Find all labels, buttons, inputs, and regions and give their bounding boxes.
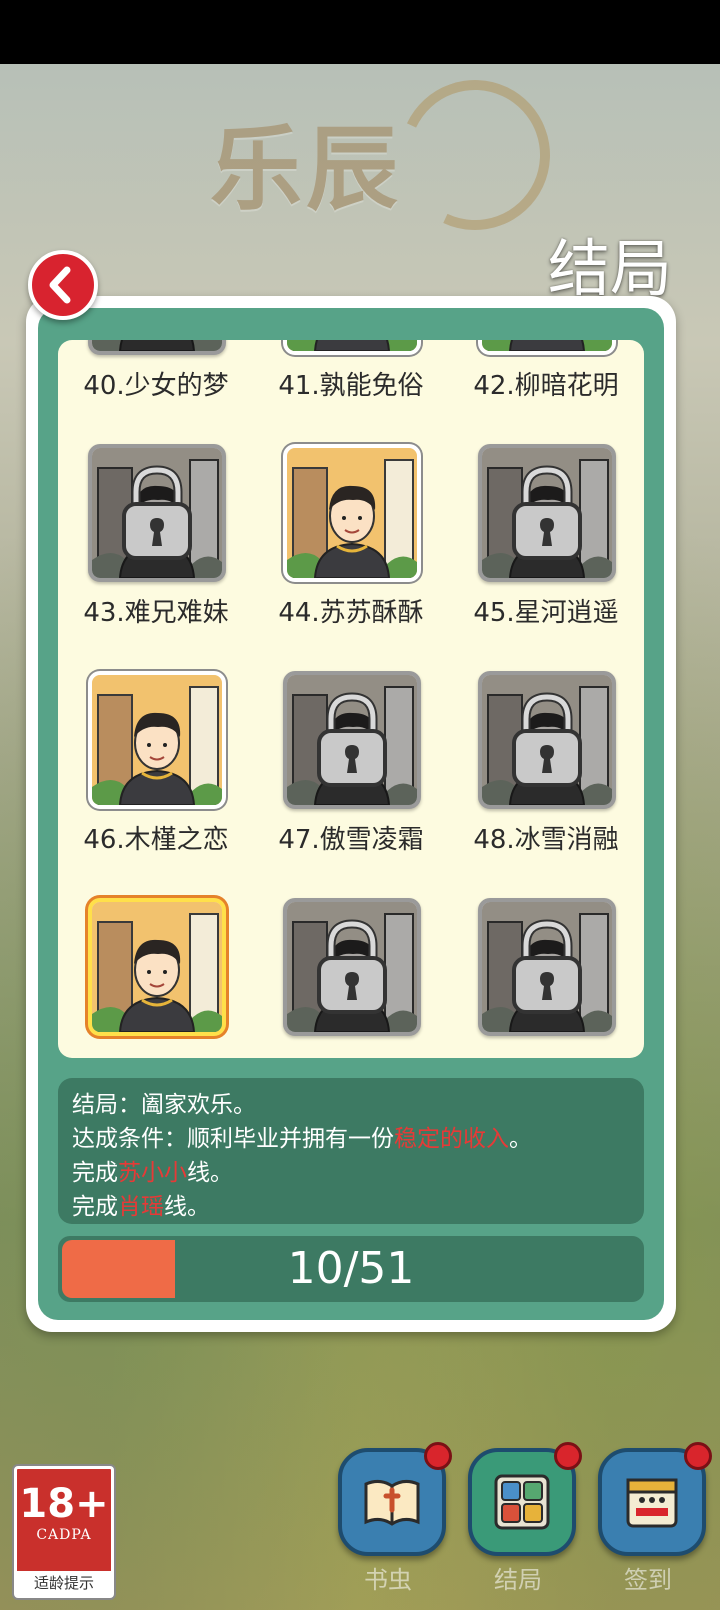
endings-panel: 40.少女的梦 41.孰能免俗 42.柳暗花明 43.难兄难妹 44.苏苏酥酥 45.星河…: [26, 296, 676, 1332]
ending-name-line: 结局：阖家欢乐。: [72, 1092, 256, 1118]
ending-label: 43.难兄难妹: [83, 598, 229, 628]
grid-icon: [494, 1474, 550, 1530]
age-rating-tip: 适龄提示: [17, 1571, 111, 1595]
ending-label: 44.苏苏酥酥: [278, 598, 424, 628]
ending-label: 41.孰能免俗: [278, 371, 424, 401]
age-rating-org: CADPA: [36, 1527, 92, 1543]
ending-label: 46.木槿之恋: [83, 825, 229, 855]
ending-label: 40.少女的梦: [83, 371, 229, 401]
endings-grid[interactable]: 40.少女的梦 41.孰能免俗 42.柳暗花明 43.难兄难妹 44.苏苏酥酥 45.星河…: [58, 340, 644, 1058]
ending-item[interactable]: 42.柳暗花明: [448, 340, 644, 438]
ending-item[interactable]: 40.少女的梦: [58, 340, 254, 438]
notification-dot: [684, 1442, 712, 1470]
ending-item[interactable]: [448, 898, 644, 1058]
nav-checkin-button[interactable]: [598, 1442, 712, 1556]
ending-thumbnail[interactable]: [283, 340, 421, 355]
lock-icon: [512, 692, 582, 787]
notification-dot: [554, 1442, 582, 1470]
ending-thumbnail[interactable]: [88, 671, 226, 809]
ending-thumbnail-locked[interactable]: [283, 671, 421, 809]
lock-icon: [512, 465, 582, 560]
unlock-progress-bar: 10/51: [58, 1236, 644, 1302]
ending-thumbnail[interactable]: [283, 444, 421, 582]
condition-highlight: 稳定的收入: [394, 1126, 509, 1152]
nav-book-button[interactable]: [338, 1442, 452, 1556]
ending-label: 45.星河逍遥: [473, 598, 619, 628]
ending-item[interactable]: 45.星河逍遥: [448, 444, 644, 665]
ending-item[interactable]: 47.傲雪凌霜: [253, 671, 449, 892]
ending-thumbnail-locked[interactable]: [478, 898, 616, 1036]
ending-item[interactable]: 41.孰能免俗: [253, 340, 449, 438]
nav-checkin-label: 签到: [624, 1566, 672, 1594]
lock-icon: [122, 465, 192, 560]
ending-label: 47.傲雪凌霜: [278, 825, 424, 855]
notification-dot: [424, 1442, 452, 1470]
ending-item[interactable]: [253, 898, 449, 1058]
lock-icon: [317, 692, 387, 787]
ending-label: 42.柳暗花明: [473, 371, 619, 401]
age-rating-badge: 18+ CADPA 适龄提示: [14, 1466, 114, 1598]
lock-icon: [92, 340, 222, 351]
ending-route-line-1: 完成苏小小线。: [72, 1160, 233, 1186]
calendar-icon: [626, 1478, 678, 1528]
lock-icon: [512, 919, 582, 1014]
ending-thumbnail-locked[interactable]: [478, 671, 616, 809]
ending-thumbnail-locked[interactable]: [88, 444, 226, 582]
ending-thumbnail-locked[interactable]: [88, 340, 226, 355]
ending-route-line-2: 完成肖瑶线。: [72, 1194, 210, 1220]
ending-label: 48.冰雪消融: [473, 825, 619, 855]
back-button[interactable]: [28, 250, 98, 320]
panel-inner: 40.少女的梦 41.孰能免俗 42.柳暗花明 43.难兄难妹 44.苏苏酥酥 45.星河…: [38, 308, 664, 1320]
ending-thumbnail[interactable]: [478, 340, 616, 355]
route-highlight-1: 苏小小: [118, 1160, 187, 1186]
age-rating-number: 18+: [19, 1481, 109, 1527]
ending-info: 结局：阖家欢乐。 达成条件：顺利毕业并拥有一份稳定的收入。 完成苏小小线。 完成…: [58, 1078, 644, 1224]
ending-item[interactable]: 48.冰雪消融: [448, 671, 644, 892]
ending-item[interactable]: 44.苏苏酥酥: [253, 444, 449, 665]
nav-endings-button[interactable]: [468, 1442, 582, 1556]
ending-item[interactable]: 46.木槿之恋: [58, 671, 254, 892]
nav-book-label: 书虫: [364, 1566, 412, 1594]
screen-title: 结局: [547, 232, 672, 305]
progress-text: 10/51: [287, 1243, 415, 1294]
status-bar: [0, 0, 720, 64]
lock-icon: [317, 919, 387, 1014]
book-icon: [364, 1479, 420, 1526]
ending-item[interactable]: 43.难兄难妹: [58, 444, 254, 665]
route-highlight-2: 肖瑶: [118, 1194, 164, 1220]
ending-thumbnail[interactable]: [88, 898, 226, 1036]
chevron-left-icon: [49, 266, 71, 304]
ending-item[interactable]: [58, 898, 254, 1058]
nav-endings-label: 结局: [494, 1566, 542, 1594]
ending-thumbnail-locked[interactable]: [283, 898, 421, 1036]
ending-condition-line: 达成条件：顺利毕业并拥有一份稳定的收入。: [72, 1126, 532, 1152]
game-logo: 乐辰: [210, 115, 403, 223]
ending-thumbnail-locked[interactable]: [478, 444, 616, 582]
